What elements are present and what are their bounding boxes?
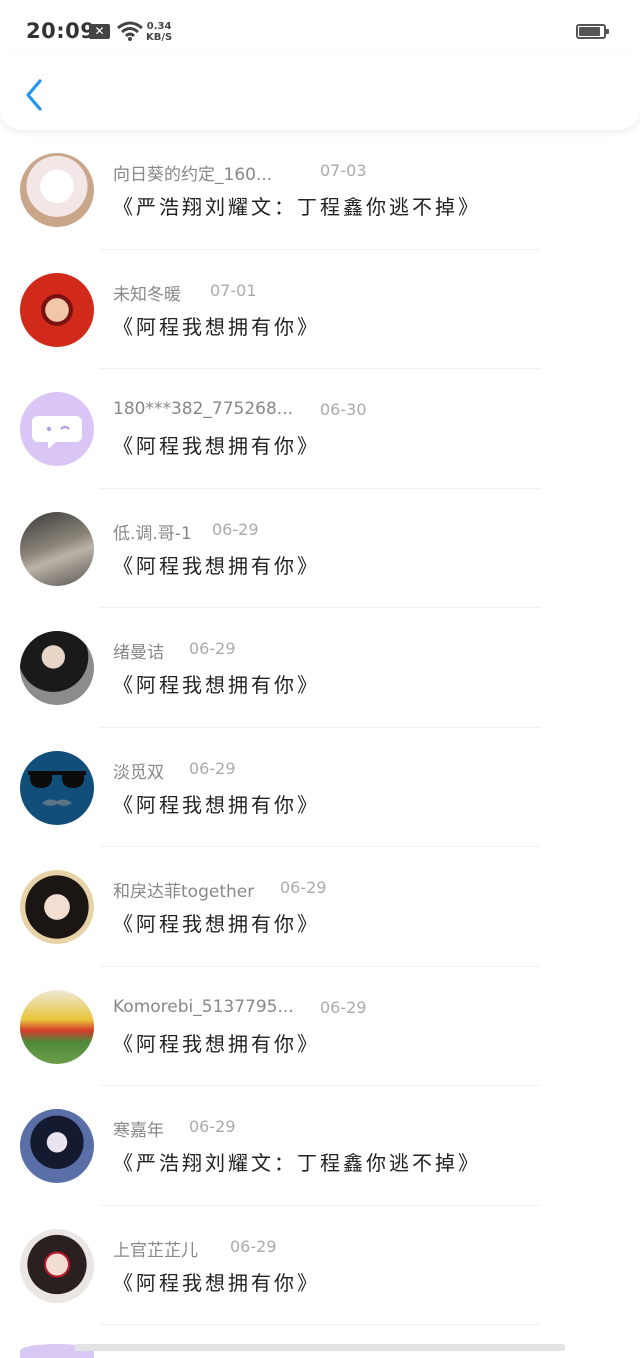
comment-date: 07-03: [320, 161, 367, 180]
comment-date: 06-29: [189, 1117, 236, 1136]
comment-list: 向日葵的约定_160... 07-03 《严浩翔刘耀文：丁程鑫你逃不掉》 未知冬…: [0, 130, 640, 1325]
username[interactable]: 和戾达菲together: [113, 877, 254, 902]
username[interactable]: 180***382_775268...: [113, 399, 293, 419]
comment-text: 《阿程我想拥有你》: [113, 314, 320, 339]
comment-text: 《阿程我想拥有你》: [113, 434, 320, 458]
avatar[interactable]: [20, 750, 94, 825]
back-arrow-icon[interactable]: [20, 78, 50, 112]
comment-text: 《严浩翔刘耀文：丁程鑫你逃不掉》: [113, 1151, 481, 1175]
comment-date: 06-29: [280, 878, 327, 897]
comment-text: 《阿程我想拥有你》: [113, 1270, 320, 1295]
comment-text: 《阿程我想拥有你》: [113, 673, 320, 697]
battery-icon: [576, 24, 609, 39]
avatar[interactable]: [20, 153, 94, 227]
comment-text: 《阿程我想拥有你》: [113, 792, 320, 817]
avatar[interactable]: [20, 631, 94, 705]
username[interactable]: 寒嘉年: [113, 1116, 164, 1141]
network-speed: 0.34 KB/S: [146, 21, 172, 43]
list-item[interactable]: 寒嘉年 06-29 《严浩翔刘耀文：丁程鑫你逃不掉》: [0, 1086, 640, 1206]
list-item[interactable]: 和戾达菲together 06-29 《阿程我想拥有你》: [0, 847, 640, 967]
list-item[interactable]: 低.调.哥-1 06-29 《阿程我想拥有你》: [0, 489, 640, 608]
comment-text: 《阿程我想拥有你》: [113, 912, 320, 936]
comment-date: 06-29: [189, 758, 236, 778]
list-item[interactable]: 未知冬暖 07-01 《阿程我想拥有你》: [0, 250, 640, 369]
bottom-loading-strip: [75, 1344, 565, 1351]
username[interactable]: 未知冬暖: [113, 280, 181, 305]
username[interactable]: 低.调.哥-1: [113, 519, 192, 544]
comment-date: 06-29: [189, 639, 236, 658]
chat-bubble-icon: [32, 416, 82, 449]
notification-x-icon: ✕: [89, 24, 110, 39]
wifi-icon: [117, 21, 143, 41]
list-item[interactable]: 向日葵的约定_160... 07-03 《严浩翔刘耀文：丁程鑫你逃不掉》: [0, 130, 640, 250]
status-time: 20:09: [26, 19, 96, 43]
list-item[interactable]: 上官芷芷儿 06-29 《阿程我想拥有你》: [0, 1206, 640, 1325]
list-item[interactable]: Komorebi_5137795... 06-29 《阿程我想拥有你》: [0, 967, 640, 1086]
comment-text: 《阿程我想拥有你》: [113, 553, 320, 578]
comment-text: 《阿程我想拥有你》: [113, 1031, 320, 1056]
list-item[interactable]: 淡觅双 06-29 《阿程我想拥有你》: [0, 728, 640, 847]
comment-date: 06-30: [320, 400, 367, 419]
username[interactable]: 淡觅双: [113, 758, 164, 783]
username[interactable]: 上官芷芷儿: [113, 1236, 198, 1261]
username[interactable]: 绪曼诘: [113, 638, 164, 663]
comment-date: 06-29: [320, 997, 367, 1017]
status-bar: 20:09 ✕ 0.34 KB/S: [0, 0, 640, 64]
comment-date: 07-01: [210, 280, 257, 300]
avatar[interactable]: [20, 392, 94, 466]
list-item[interactable]: 绪曼诘 06-29 《阿程我想拥有你》: [0, 608, 640, 728]
net-speed-value: 0.34: [146, 21, 172, 32]
comment-date: 06-29: [230, 1236, 277, 1256]
avatar[interactable]: [20, 1228, 94, 1303]
list-item[interactable]: 180***382_775268... 06-30 《阿程我想拥有你》: [0, 369, 640, 489]
avatar[interactable]: [20, 1109, 94, 1183]
comment-date: 06-29: [212, 519, 259, 539]
avatar[interactable]: [20, 272, 94, 347]
sunglasses-mustache-icon: [28, 770, 86, 806]
top-nav-bar: [0, 56, 640, 130]
username[interactable]: Komorebi_5137795...: [113, 997, 294, 1017]
avatar[interactable]: [20, 870, 94, 944]
comment-text: 《严浩翔刘耀文：丁程鑫你逃不掉》: [113, 195, 481, 219]
avatar[interactable]: [20, 989, 94, 1064]
avatar[interactable]: [20, 511, 94, 586]
username[interactable]: 向日葵的约定_160...: [113, 160, 272, 185]
net-speed-unit: KB/S: [146, 32, 173, 43]
divider: [100, 1324, 540, 1325]
